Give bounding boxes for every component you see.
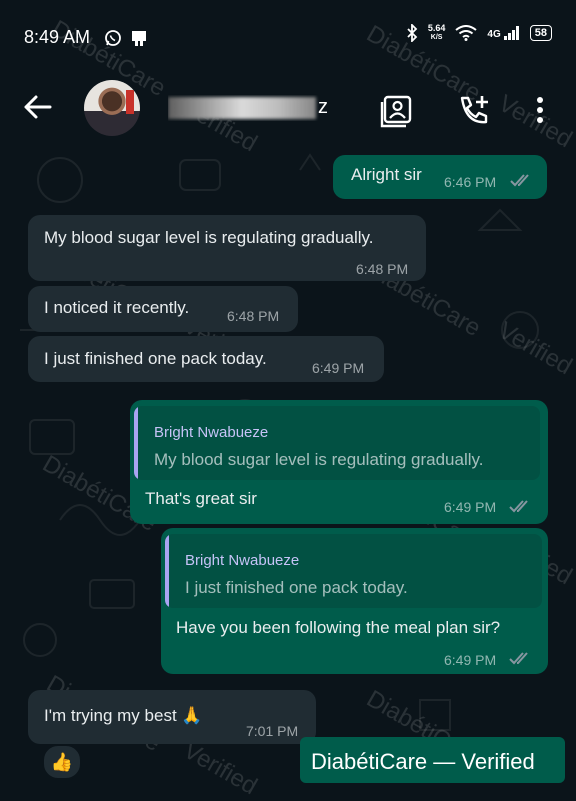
more-vert-icon[interactable]: [532, 96, 548, 126]
wifi-icon: [455, 25, 478, 41]
contact-card-icon[interactable]: [380, 94, 414, 128]
quote-text: My blood sugar level is regulating gradu…: [154, 450, 484, 469]
message-bubble-incoming[interactable]: My blood sugar level is regulating gradu…: [28, 215, 426, 281]
back-arrow-icon[interactable]: [22, 92, 52, 122]
message-text: Alright sir: [351, 165, 422, 184]
reaction-thumbs-up[interactable]: 👍: [42, 744, 82, 780]
status-time: 8:49 AM: [24, 27, 91, 47]
message-time: 7:01 PM: [246, 723, 299, 739]
double-check-icon: [509, 652, 528, 665]
chat-header: ze: [0, 72, 576, 148]
whatsapp-status-icon: [105, 30, 121, 46]
message-text: I'm trying my best 🙏: [44, 706, 203, 725]
message-text: My blood sugar level is regulating gradu…: [44, 228, 374, 247]
quote-author: Bright Nwabueze: [154, 424, 269, 441]
contact-name[interactable]: ze: [168, 95, 328, 121]
double-check-icon: [509, 500, 528, 513]
network-speed-value: 5.64: [427, 23, 446, 33]
signal-icon: [503, 26, 519, 40]
quote-text: I just finished one pack today.: [185, 578, 408, 597]
message-time: 6:49 PM: [312, 360, 365, 376]
quoted-message[interactable]: Bright Nwabueze I just finished one pack…: [165, 534, 542, 608]
bluetooth-icon: [407, 24, 418, 42]
message-bubble-incoming[interactable]: I noticed it recently. 6:48 PM: [28, 286, 298, 332]
message-time: 6:49 PM: [444, 652, 497, 668]
battery-indicator: 58: [529, 25, 552, 41]
quoted-message[interactable]: Bright Nwabueze My blood sugar level is …: [134, 406, 540, 480]
message-text: I just finished one pack today.: [44, 349, 267, 368]
network-speed-unit: K/S: [430, 34, 443, 41]
message-time: 6:48 PM: [356, 261, 409, 277]
quote-bar: [134, 406, 138, 480]
quote-bar: [165, 534, 169, 608]
message-time: 6:46 PM: [444, 174, 497, 190]
contact-name-suffix: ze: [318, 96, 328, 118]
network-speed: 5.64 K/S: [428, 24, 446, 42]
message-bubble-incoming[interactable]: I'm trying my best 🙏 7:01 PM: [28, 690, 316, 744]
quote-author: Bright Nwabueze: [185, 552, 300, 569]
message-text: That's great sir: [145, 489, 257, 508]
message-bubble-incoming[interactable]: I just finished one pack today. 6:49 PM: [28, 336, 384, 382]
network-type: 4G: [487, 29, 501, 40]
double-check-icon: [510, 174, 529, 187]
notification-icon: [132, 31, 146, 46]
message-time: 6:49 PM: [444, 499, 497, 515]
message-time: 6:48 PM: [227, 308, 280, 324]
message-text: Have you been following the meal plan si…: [176, 618, 501, 637]
message-bubble-outgoing[interactable]: Alright sir 6:46 PM: [333, 155, 547, 199]
add-call-icon[interactable]: [456, 94, 492, 128]
status-bar: 8:49 AM 5.64 K/S 4G 58: [0, 0, 576, 72]
avatar[interactable]: [84, 80, 140, 136]
redacted-name-blur: [168, 97, 316, 119]
message-text: I noticed it recently.: [44, 298, 190, 317]
verified-badge-text: DiabétiCare — Verified: [311, 749, 535, 774]
message-bubble-outgoing[interactable]: Bright Nwabueze My blood sugar level is …: [130, 400, 548, 524]
message-bubble-outgoing[interactable]: Bright Nwabueze I just finished one pack…: [161, 528, 548, 674]
verified-badge: DiabétiCare — Verified: [300, 737, 565, 783]
